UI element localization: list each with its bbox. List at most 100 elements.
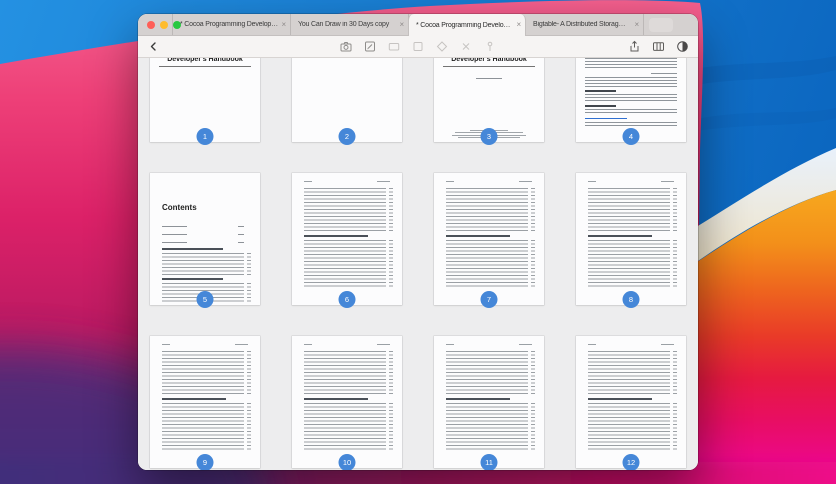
toc-entries: [588, 403, 677, 451]
tab-bar: * Cocoa Programming Develope… × You Can Dr…: [138, 14, 698, 36]
lineb: [585, 77, 677, 87]
page-thumbnail[interactable]: 11: [434, 336, 544, 470]
page-thumbnail[interactable]: 12: [576, 336, 686, 470]
header-stub: [588, 344, 596, 345]
app-window: * Cocoa Programming Develope… × You Can Dr…: [138, 14, 698, 470]
tab-bar-tabs: * Cocoa Programming Develope… × You Can Dr…: [172, 14, 644, 36]
rectangle-icon[interactable]: [388, 40, 401, 53]
toc-entries: [304, 240, 393, 288]
header-stub: [519, 344, 532, 345]
tab-close-icon[interactable]: ×: [400, 20, 405, 29]
tab-2[interactable]: You Can Draw in 30 Days copy ×: [291, 14, 409, 35]
tab-title: * Cocoa Programming Develope…: [416, 21, 514, 29]
title-rule: [159, 66, 251, 67]
thumbnail-grid[interactable]: Developer's Handbook 1 2 Developer's Handbo…: [138, 58, 698, 470]
header-stub: [304, 181, 312, 182]
lineb: [585, 122, 677, 127]
tab-1[interactable]: * Cocoa Programming Develope… ×: [173, 14, 291, 35]
header-stub: [446, 181, 454, 182]
columns-icon[interactable]: [652, 40, 665, 53]
toc-section-heading: [588, 398, 652, 400]
header-stub: [235, 344, 248, 345]
page-header-row: [304, 181, 390, 182]
lineb: [585, 109, 677, 115]
page-number-badge: 4: [622, 128, 640, 145]
page-thumbnail[interactable]: 8: [576, 173, 686, 308]
toc-entries: [304, 351, 393, 395]
title-rule: [443, 66, 535, 67]
toc-entries: [588, 240, 677, 288]
page-header-row: [446, 344, 532, 345]
line-blue: [585, 118, 628, 119]
toc-section-heading: [446, 398, 510, 400]
diamond-icon[interactable]: [436, 40, 449, 53]
tab-close-icon[interactable]: ×: [517, 21, 522, 29]
pin-icon[interactable]: [484, 40, 497, 53]
share-icon[interactable]: [628, 40, 641, 53]
square-icon[interactable]: [412, 40, 425, 53]
contents-body: Contents: [150, 173, 260, 303]
header-stub: [446, 344, 454, 345]
page-thumbnail[interactable]: 10: [292, 336, 402, 470]
tab-3[interactable]: * Cocoa Programming Develope… ×: [408, 14, 526, 36]
contrast-icon[interactable]: [676, 40, 689, 53]
page-header-row: [304, 344, 390, 345]
page-thumbnail[interactable]: 2: [292, 58, 402, 145]
tab-4[interactable]: Bigtable- A Distributed Storag… ×: [526, 14, 644, 35]
page-title: Developer's Handbook: [451, 58, 527, 63]
lineb: [585, 58, 677, 70]
toc-entries: [162, 253, 251, 275]
toc-entries: [588, 351, 677, 395]
toc-section-heading: [162, 248, 223, 250]
header-stub: [304, 344, 312, 345]
delete-icon[interactable]: [460, 40, 473, 53]
page-number-badge: 9: [196, 454, 214, 470]
line-head: [585, 90, 617, 92]
toc-entries: [304, 403, 393, 451]
toc-entries: [446, 351, 535, 395]
page-number-badge: 12: [622, 454, 640, 470]
header-stub: [377, 181, 390, 182]
toc-entries: [588, 188, 677, 232]
page-thumbnail[interactable]: 7: [434, 173, 544, 308]
page-thumbnail[interactable]: 9: [150, 336, 260, 470]
chevron-left-icon: [150, 42, 156, 51]
toolbar: [138, 36, 698, 58]
page-title: Developer's Handbook: [167, 58, 243, 63]
page-number-badge: 7: [480, 291, 498, 308]
toolbar-center-group: [340, 40, 497, 53]
tab-title: You Can Draw in 30 Days copy: [298, 21, 390, 28]
back-button[interactable]: [147, 40, 160, 53]
page-thumbnail[interactable]: 6: [292, 173, 402, 308]
page-thumbnail[interactable]: Developer's Handbook 1: [150, 58, 260, 145]
page-thumbnail[interactable]: 4: [576, 58, 686, 145]
page-number-badge: 6: [338, 291, 356, 308]
minimize-window-button[interactable]: [160, 20, 168, 29]
toc-entries: [446, 403, 535, 451]
desktop: * Cocoa Programming Develope… × You Can Dr…: [0, 0, 836, 484]
page-number-badge: 2: [338, 128, 356, 145]
tab-close-icon[interactable]: ×: [282, 20, 287, 29]
note-icon[interactable]: [364, 40, 377, 53]
page-thumbnail[interactable]: Contents 5: [150, 173, 260, 308]
toc-section-heading: [304, 235, 368, 237]
tab-stub[interactable]: [649, 17, 673, 32]
toc-entries: [162, 403, 251, 451]
page-number-badge: 10: [338, 454, 356, 470]
toc-entries: [162, 351, 251, 395]
close-window-button[interactable]: [147, 20, 155, 29]
toc-section-heading: [162, 398, 226, 400]
line-right: [651, 73, 677, 74]
page-thumbnail[interactable]: Developer's Handbook 3: [434, 58, 544, 145]
toc-leader-row: [162, 240, 244, 244]
toc-leader-row: [162, 224, 244, 228]
page-number-badge: 1: [196, 128, 214, 145]
toc-section-heading: [304, 398, 368, 400]
tab-close-icon[interactable]: ×: [635, 20, 640, 29]
header-stub: [661, 344, 674, 345]
page-header-row: [446, 181, 532, 182]
page-number-badge: 3: [480, 128, 498, 145]
page-number-badge: 5: [196, 291, 214, 308]
page-header-row: [588, 344, 674, 345]
camera-icon[interactable]: [340, 40, 353, 53]
